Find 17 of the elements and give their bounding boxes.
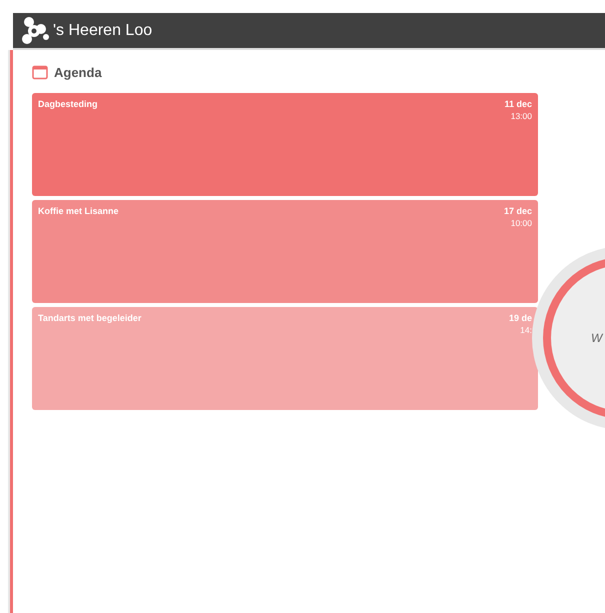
calendar-icon <box>32 64 48 80</box>
appointment-time: 10:00 <box>510 218 532 228</box>
agenda-title: Agenda <box>54 64 102 80</box>
appointment-time: 14: <box>520 325 532 335</box>
appointment-card[interactable]: Koffie met Lisanne 17 dec 10:00 <box>32 200 538 303</box>
avatar-button[interactable]: W <box>532 246 605 430</box>
appointment-title: Koffie met Lisanne <box>38 206 119 216</box>
appointment-card[interactable]: Tandarts met begeleider 19 de 14: <box>32 307 538 410</box>
appointment-date: 19 de <box>508 313 532 323</box>
appointment-title: Tandarts met begeleider <box>38 313 142 323</box>
avatar-label: W <box>591 331 602 345</box>
appointment-date: 11 dec <box>504 99 532 109</box>
brand-name: 's Heeren Loo <box>53 22 152 40</box>
appointment-time: 13:00 <box>510 111 532 121</box>
appointment-date: 17 dec <box>504 206 532 216</box>
appointment-title: Dagbesteding <box>38 99 98 109</box>
appointment-card[interactable]: Dagbesteding 11 dec 13:00 <box>32 93 538 196</box>
